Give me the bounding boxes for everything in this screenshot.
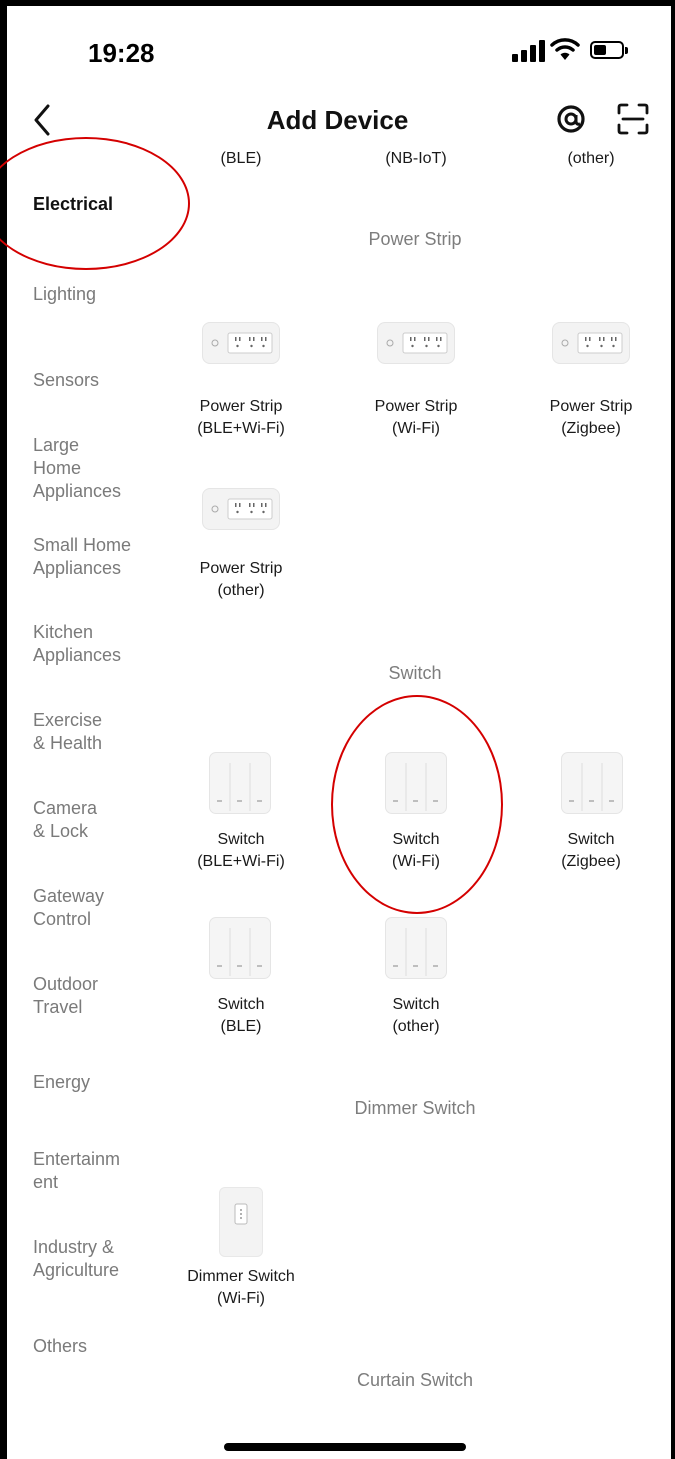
screenshot-border-top: [0, 0, 675, 6]
power-strip-icon[interactable]: [377, 322, 455, 364]
sidebar-item-large-home-appliances[interactable]: Large Home Appliances: [33, 434, 163, 503]
battery-icon: [590, 41, 628, 59]
sidebar-item-small-home-appliances[interactable]: Small Home Appliances: [33, 534, 163, 580]
power-strip-icon[interactable]: [552, 322, 630, 364]
device-label-other-partial[interactable]: (other): [516, 148, 666, 170]
device-label-switch-ble[interactable]: Switch (BLE): [166, 994, 316, 1038]
at-sign-icon[interactable]: [556, 104, 586, 134]
wall-switch-icon[interactable]: [385, 917, 447, 979]
sidebar-item-industry-agriculture[interactable]: Industry & Agriculture: [33, 1236, 163, 1282]
device-label-nbiot-partial[interactable]: (NB-IoT): [341, 148, 491, 170]
cellular-signal-icon: [512, 40, 546, 62]
device-label-power-strip-zigbee[interactable]: Power Strip (Zigbee): [516, 396, 666, 440]
section-title-dimmer-switch: Dimmer Switch: [354, 1098, 476, 1118]
section-title-curtain-switch: Curtain Switch: [356, 1370, 474, 1390]
device-label-switch-ble-wifi[interactable]: Switch (BLE+Wi-Fi): [166, 829, 316, 873]
device-label-dimmer-switch-wifi[interactable]: Dimmer Switch (Wi-Fi): [166, 1266, 316, 1310]
sidebar-item-outdoor-travel[interactable]: Outdoor Travel: [33, 973, 163, 1019]
power-strip-icon[interactable]: [202, 322, 280, 364]
wall-switch-icon[interactable]: [209, 917, 271, 979]
wall-switch-icon[interactable]: [209, 752, 271, 814]
sidebar-item-kitchen-appliances[interactable]: Kitchen Appliances: [33, 621, 163, 667]
screenshot-border-right: [671, 0, 675, 1459]
device-label-switch-other[interactable]: Switch (other): [341, 994, 491, 1038]
status-time: 19:28: [88, 38, 155, 68]
sidebar-item-camera-lock[interactable]: Camera & Lock: [33, 797, 163, 843]
device-label-power-strip-wifi[interactable]: Power Strip (Wi-Fi): [341, 396, 491, 440]
wall-switch-icon[interactable]: [561, 752, 623, 814]
annotation-circle-electrical: [0, 137, 190, 270]
sidebar-item-lighting[interactable]: Lighting: [33, 283, 163, 306]
sidebar-item-energy[interactable]: Energy: [33, 1071, 163, 1094]
scan-icon[interactable]: [616, 102, 650, 136]
sidebar-item-exercise-health[interactable]: Exercise & Health: [33, 709, 163, 755]
device-label-ble-partial[interactable]: (BLE): [166, 148, 316, 170]
section-title-power-strip: Power Strip: [368, 229, 462, 249]
device-label-power-strip-other[interactable]: Power Strip (other): [166, 558, 316, 602]
device-label-switch-zigbee[interactable]: Switch (Zigbee): [516, 829, 666, 873]
dimmer-switch-icon[interactable]: [219, 1187, 263, 1257]
annotation-circle-switch-wifi: [331, 695, 503, 914]
sidebar-item-entertainment[interactable]: Entertainm ent: [33, 1148, 163, 1194]
sidebar-item-others[interactable]: Others: [33, 1335, 163, 1358]
home-indicator[interactable]: [224, 1443, 466, 1451]
section-title-switch: Switch: [388, 663, 442, 683]
sidebar-item-gateway-control[interactable]: Gateway Control: [33, 885, 163, 931]
power-strip-icon[interactable]: [202, 488, 280, 530]
wifi-icon: [550, 38, 580, 60]
sidebar-item-sensors[interactable]: Sensors: [33, 369, 163, 392]
device-label-power-strip-ble-wifi[interactable]: Power Strip (BLE+Wi-Fi): [166, 396, 316, 440]
